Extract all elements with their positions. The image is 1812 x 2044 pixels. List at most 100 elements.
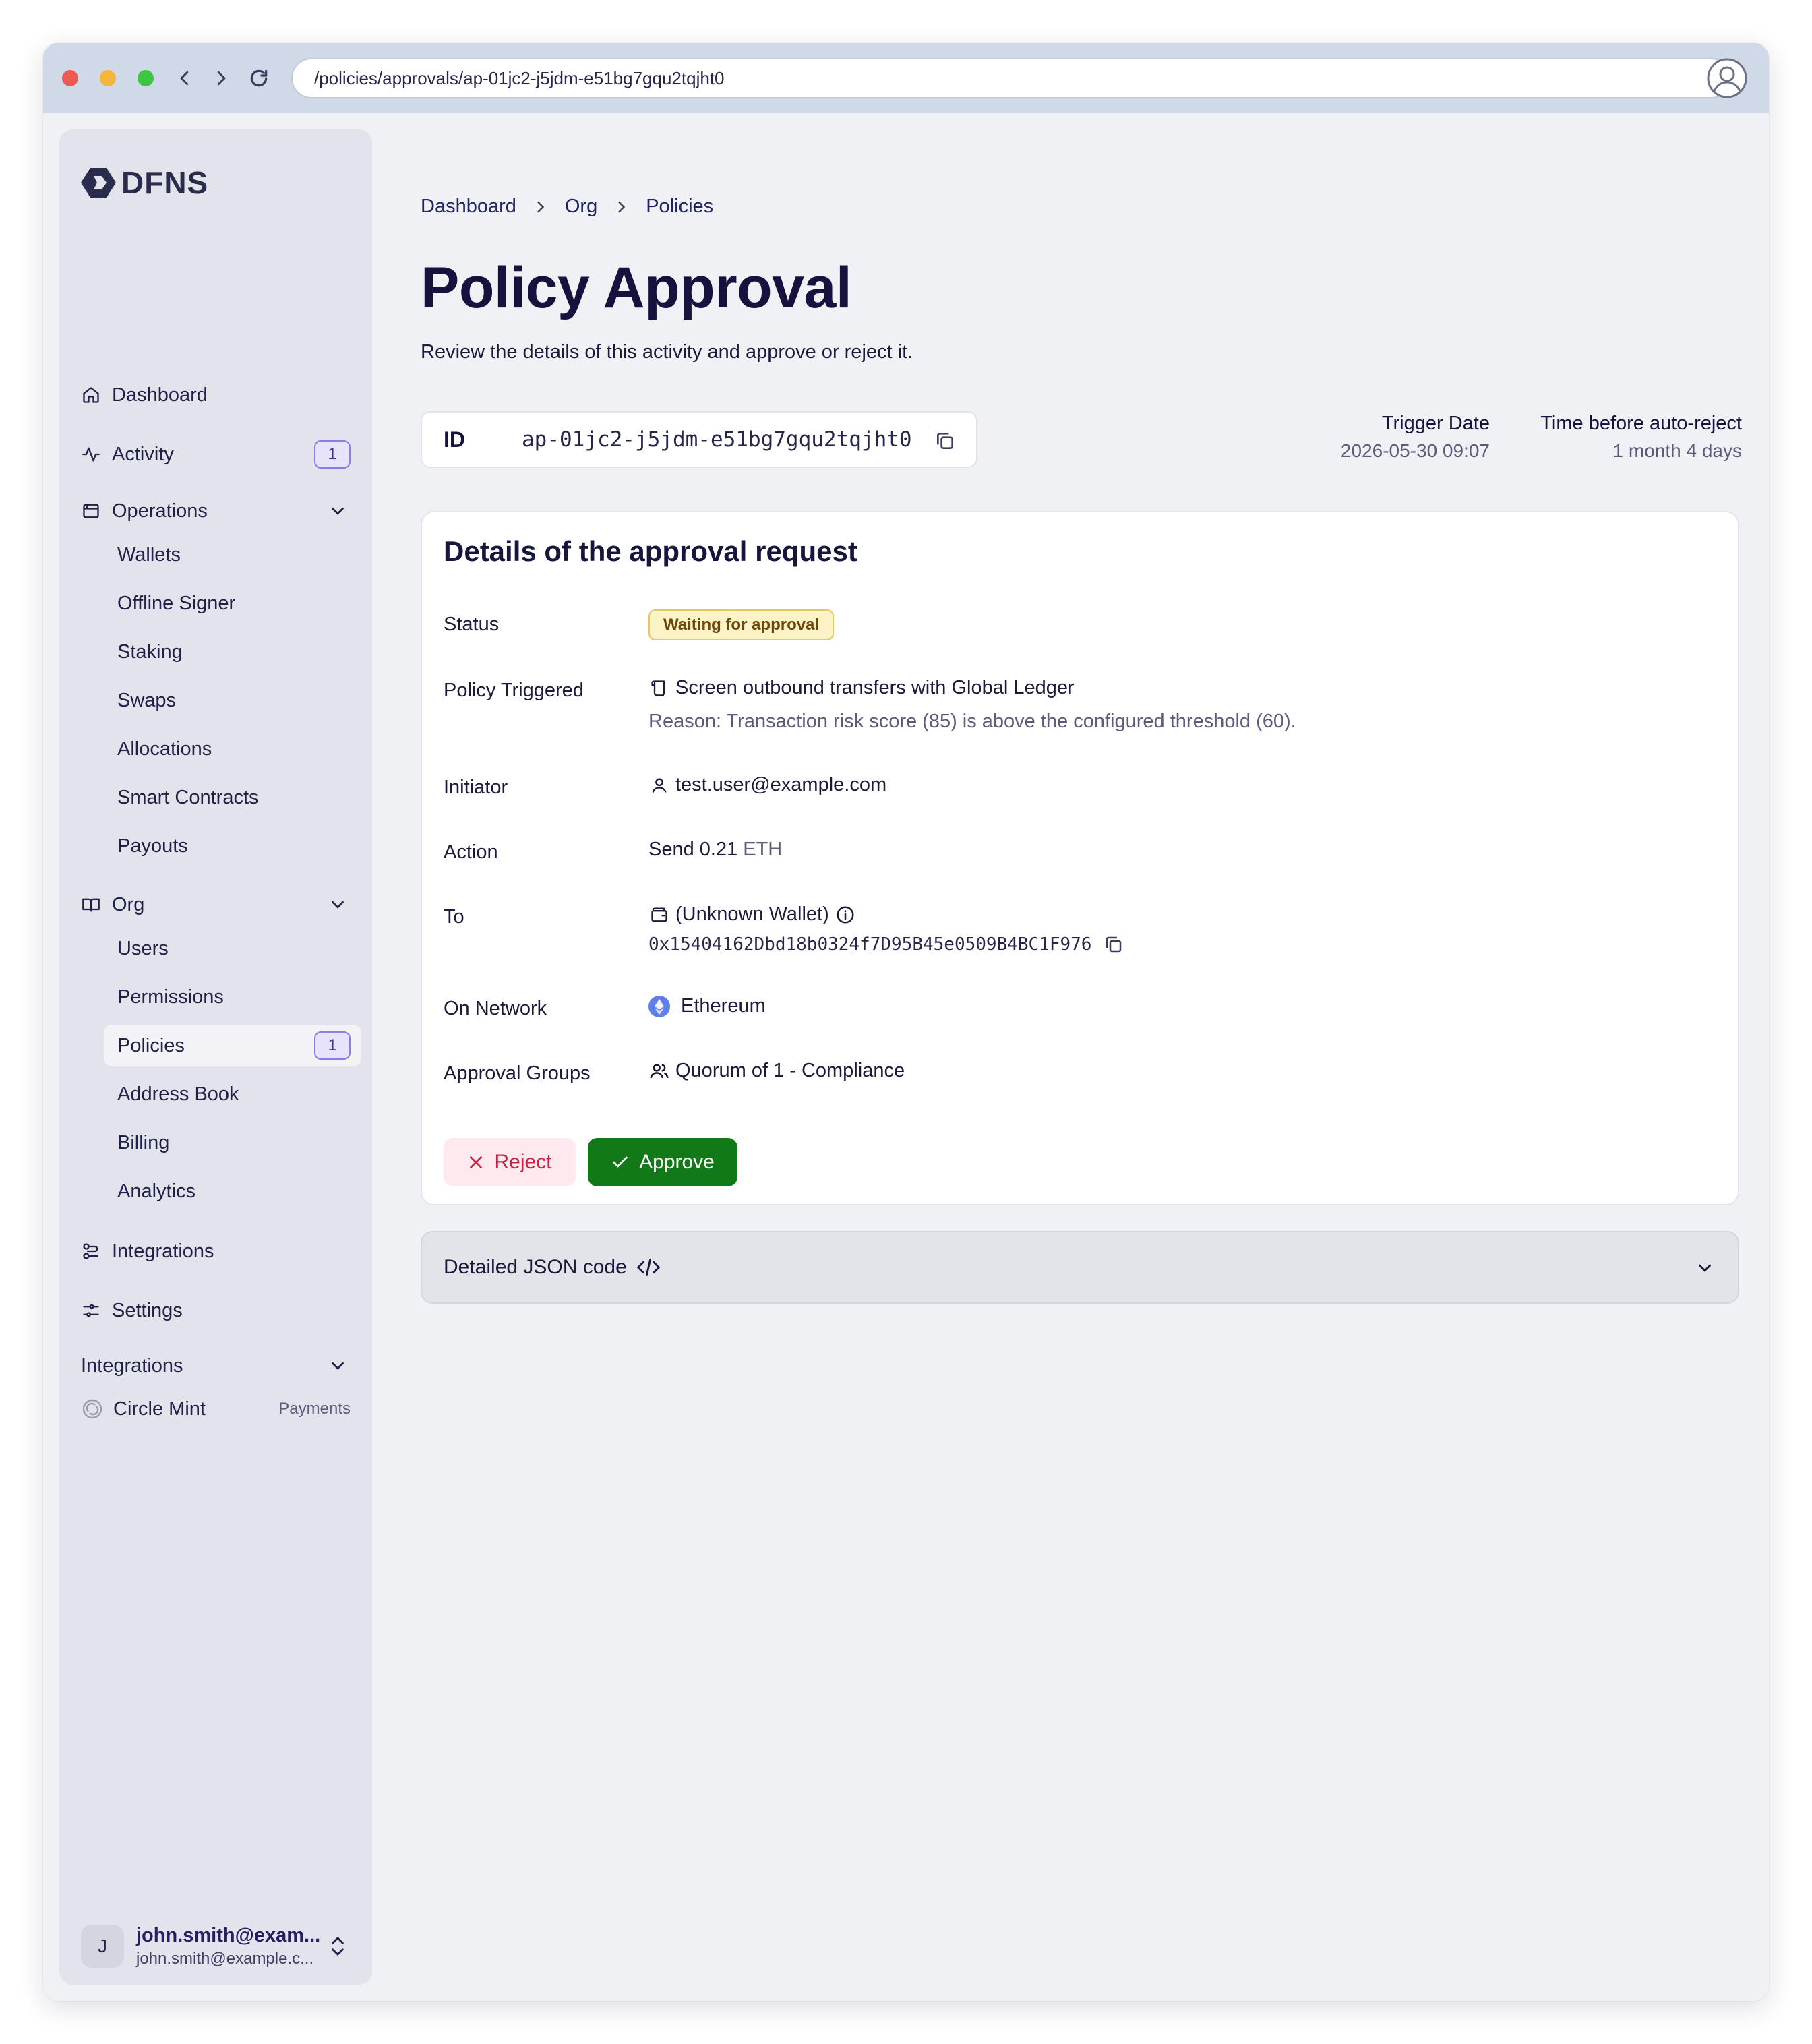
check-icon: [613, 1156, 628, 1168]
chevron-down-icon: [1699, 1264, 1711, 1272]
json-section-label: Detailed JSON code: [444, 1256, 627, 1278]
sidebar-section-label: Org: [112, 893, 145, 915]
approval-groups: Quorum of 1 - Compliance: [648, 1060, 905, 1082]
sidebar-section-integrations[interactable]: Integrations: [81, 1347, 351, 1385]
circle-mint-label: Circle Mint: [113, 1397, 206, 1420]
breadcrumb-org[interactable]: Org: [565, 196, 597, 218]
reload-icon[interactable]: [243, 62, 275, 94]
sidebar-section-operations[interactable]: Operations: [81, 492, 351, 530]
auto-reject-value: 1 month 4 days: [1612, 440, 1742, 461]
to-wallet: (Unknown Wallet): [648, 903, 856, 926]
sidebar-item-policies[interactable]: Policies 1: [104, 1025, 361, 1066]
sidebar-item-integrations[interactable]: Integrations: [81, 1232, 351, 1270]
auto-reject-label: Time before auto-reject: [1540, 413, 1742, 434]
sidebar-section-label: Integrations: [81, 1354, 183, 1377]
approve-button[interactable]: Approve: [588, 1138, 737, 1186]
activity-icon: [81, 444, 101, 464]
activity-count-badge: 1: [314, 440, 351, 469]
action-label: Action: [444, 841, 498, 863]
scroll-icon: [648, 678, 670, 699]
to-label: To: [444, 906, 464, 928]
chevron-up-down-icon: [332, 1937, 344, 1956]
trigger-date-value: 2026-05-30 09:07: [1340, 440, 1490, 461]
to-wallet-name: (Unknown Wallet): [675, 903, 829, 925]
policy-reason: Reason: Transaction risk score (85) is a…: [648, 711, 1296, 732]
breadcrumb-policies[interactable]: Policies: [646, 196, 713, 218]
sidebar-item-circle-mint[interactable]: Circle Mint Payments: [81, 1390, 351, 1428]
sidebar-item-billing[interactable]: Billing: [104, 1122, 361, 1164]
sidebar-item-label: Integrations: [112, 1240, 214, 1262]
chevron-right-icon: [537, 201, 545, 212]
chevron-right-icon: [618, 201, 626, 212]
sidebar-section-org[interactable]: Org: [81, 886, 351, 924]
network-label: On Network: [444, 998, 547, 1019]
logo-text: DFNS: [121, 165, 209, 200]
circle-mint-icon: [81, 1397, 104, 1420]
info-icon[interactable]: [835, 904, 856, 926]
user-menu[interactable]: J john.smith@exam... john.smith@example.…: [81, 1923, 351, 1970]
sidebar-item-swaps[interactable]: Swaps: [104, 680, 361, 721]
sidebar-item-address-book[interactable]: Address Book: [104, 1073, 361, 1115]
url-bar[interactable]: /policies/approvals/ap-01jc2-j5jdm-e51bg…: [291, 58, 1731, 98]
avatar: J: [81, 1925, 124, 1968]
initiator: test.user@example.com: [648, 774, 886, 796]
page-title: Policy Approval: [421, 256, 852, 320]
reject-button[interactable]: Reject: [444, 1138, 576, 1186]
close-window-button[interactable]: [62, 70, 78, 86]
minimize-window-button[interactable]: [100, 70, 116, 86]
user-email: john.smith@example.c...: [136, 1949, 314, 1968]
back-icon[interactable]: [169, 62, 201, 94]
copy-icon[interactable]: [1104, 934, 1124, 955]
trigger-date: Trigger Date 2026-05-30 09:07: [1341, 413, 1490, 462]
sidebar-item-users[interactable]: Users: [104, 928, 361, 969]
dfns-logo[interactable]: DFNS: [81, 164, 208, 201]
x-icon: [470, 1156, 483, 1168]
network-value: Ethereum: [681, 995, 766, 1017]
browser-window: /policies/approvals/ap-01jc2-j5jdm-e51bg…: [43, 43, 1769, 2001]
breadcrumb-dashboard[interactable]: Dashboard: [421, 196, 516, 218]
user-name: john.smith@exam...: [136, 1924, 321, 1946]
status-label: Status: [444, 613, 500, 635]
book-icon: [81, 895, 101, 915]
code-icon: [636, 1259, 660, 1276]
sidebar-item-payouts[interactable]: Payouts: [104, 825, 361, 867]
user-icon: [648, 775, 670, 796]
sidebar-item-activity[interactable]: Activity 1: [81, 435, 351, 473]
forward-icon[interactable]: [205, 62, 237, 94]
sidebar-item-allocations[interactable]: Allocations: [104, 728, 361, 770]
sidebar-item-dashboard[interactable]: Dashboard: [81, 376, 351, 414]
json-code-accordion[interactable]: Detailed JSON code: [421, 1231, 1739, 1304]
sidebar-item-smart-contracts[interactable]: Smart Contracts: [104, 777, 361, 818]
sidebar-item-settings[interactable]: Settings: [81, 1292, 351, 1329]
action-value: Send 0.21: [648, 839, 738, 860]
dfns-logo-icon: [81, 168, 116, 198]
sidebar-item-label: Dashboard: [112, 384, 208, 406]
sidebar-item-wallets[interactable]: Wallets: [104, 534, 361, 576]
maximize-window-button[interactable]: [138, 70, 154, 86]
breadcrumb: Dashboard Org Policies: [421, 196, 713, 218]
copy-icon[interactable]: [934, 430, 956, 452]
sidebar-item-analytics[interactable]: Analytics: [104, 1170, 361, 1212]
policy-name: Screen outbound transfers with Global Le…: [675, 677, 1075, 698]
policy-label: Policy Triggered: [444, 680, 584, 701]
groups-value: Quorum of 1 - Compliance: [675, 1060, 905, 1081]
auto-reject-timer: Time before auto-reject 1 month 4 days: [1540, 413, 1742, 462]
sidebar-item-permissions[interactable]: Permissions: [104, 976, 361, 1018]
sidebar-item-label: Policies: [117, 1034, 185, 1056]
policy-triggered[interactable]: Screen outbound transfers with Global Le…: [648, 677, 1075, 699]
integrations-icon: [81, 1241, 101, 1261]
ethereum-icon: [648, 995, 670, 1017]
sidebar: DFNS Dashboard Activity 1 Operations Wal…: [59, 129, 372, 1985]
action-unit: ETH: [743, 839, 783, 860]
profile-icon[interactable]: [1705, 57, 1749, 100]
sidebar-item-label: Settings: [112, 1299, 183, 1321]
groups-label: Approval Groups: [444, 1062, 591, 1084]
chevron-down-icon: [332, 901, 344, 909]
sidebar-item-offline-signer[interactable]: Offline Signer: [104, 582, 361, 624]
chevron-down-icon: [332, 1362, 344, 1370]
network: Ethereum: [648, 995, 766, 1017]
wallet-icon: [648, 904, 670, 926]
id-label: ID: [444, 427, 465, 452]
action: Send 0.21 ETH: [648, 839, 782, 861]
sidebar-item-staking[interactable]: Staking: [104, 631, 361, 673]
